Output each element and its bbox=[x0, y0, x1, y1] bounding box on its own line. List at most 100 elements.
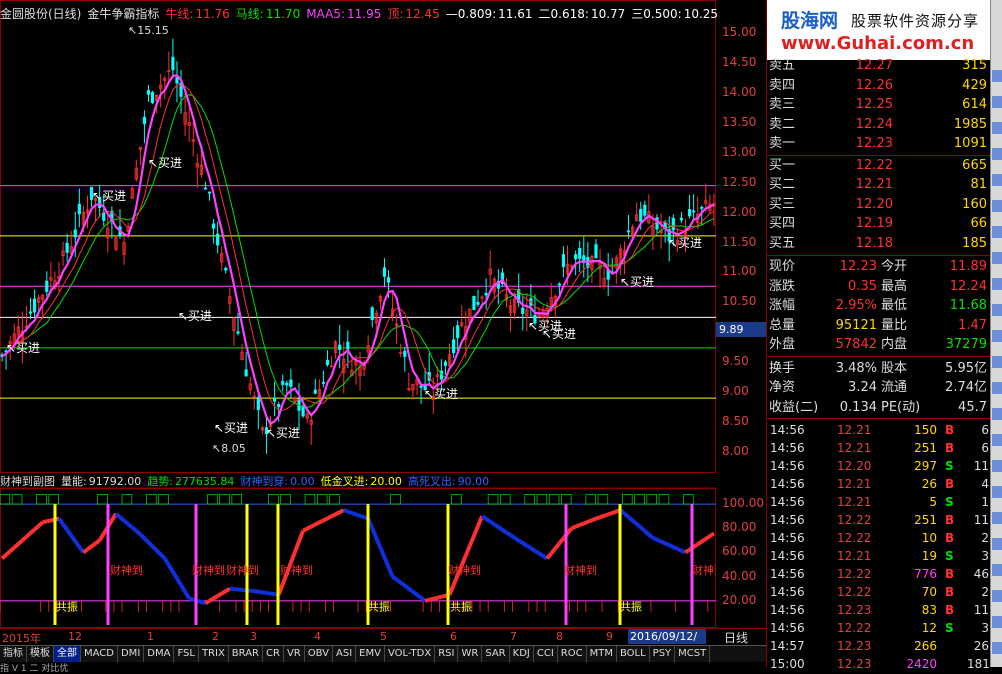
oscillator-segment bbox=[327, 516, 331, 518]
tab-sar[interactable]: SAR bbox=[482, 646, 509, 662]
toolbar-icon[interactable] bbox=[992, 122, 1002, 134]
quote-label: 现价 bbox=[769, 257, 795, 276]
oscillator-segment bbox=[380, 548, 384, 558]
tick-bs: B bbox=[945, 529, 954, 547]
quote-label: 流通 bbox=[881, 378, 907, 397]
tick-row: 14:5612.2210B2 bbox=[767, 529, 991, 547]
toolbar-icon[interactable] bbox=[992, 252, 1002, 264]
toolbar-icon[interactable] bbox=[992, 148, 1002, 160]
tab-trix[interactable]: TRIX bbox=[199, 646, 229, 662]
tab-指标[interactable]: 指标 bbox=[0, 646, 27, 662]
tab-emv[interactable]: EMV bbox=[356, 646, 385, 662]
fib3-label: 三0.500: bbox=[631, 7, 681, 21]
niu-value: 11.76 bbox=[195, 7, 229, 21]
toolbar-icon[interactable] bbox=[992, 96, 1002, 108]
candle-body bbox=[404, 351, 406, 356]
quote-label: 今开 bbox=[881, 257, 907, 276]
indicator-text: 财神到 bbox=[564, 563, 597, 577]
toolbar-icon[interactable] bbox=[992, 174, 1002, 186]
oscillator-segment bbox=[645, 531, 649, 534]
tick-t: 14:56 bbox=[770, 439, 805, 457]
tab-dmi[interactable]: DMI bbox=[118, 646, 144, 662]
tab-vr[interactable]: VR bbox=[284, 646, 305, 662]
toolbar-icon[interactable] bbox=[992, 590, 1002, 602]
oscillator-segment bbox=[71, 536, 75, 542]
period-label[interactable]: 日线 bbox=[724, 629, 748, 646]
tab-fsl[interactable]: FSL bbox=[174, 646, 199, 662]
quote-value: 2.95% bbox=[827, 296, 877, 315]
tab-模板[interactable]: 模板 bbox=[27, 646, 54, 662]
tab-全部[interactable]: 全部 bbox=[54, 646, 81, 662]
toolbar-icon[interactable] bbox=[992, 226, 1002, 238]
toolbar-icon[interactable] bbox=[992, 538, 1002, 550]
candle-body bbox=[237, 332, 239, 333]
candle-body bbox=[595, 245, 597, 258]
tab-cci[interactable]: CCI bbox=[534, 646, 558, 662]
candle-body bbox=[216, 234, 218, 245]
oscillator-segment bbox=[348, 512, 352, 513]
buy-signal-label: ↖买进 bbox=[668, 236, 702, 250]
toolbar-icon[interactable] bbox=[992, 642, 1002, 654]
tab-dma[interactable]: DMA bbox=[144, 646, 174, 662]
candle-body bbox=[66, 243, 68, 252]
oscillator-segment bbox=[210, 598, 214, 600]
quote-value: 95121 bbox=[827, 316, 877, 335]
tick-bs: S bbox=[945, 619, 954, 637]
tab-cr[interactable]: CR bbox=[263, 646, 284, 662]
oscillator-segment bbox=[307, 527, 311, 529]
oscillator-segment bbox=[214, 596, 218, 598]
order-volume: 66 bbox=[917, 214, 987, 233]
toolbar-icon[interactable] bbox=[992, 434, 1002, 446]
candle-body bbox=[176, 78, 178, 83]
tab-vol-tdx[interactable]: VOL-TDX bbox=[385, 646, 435, 662]
tab-asi[interactable]: ASI bbox=[333, 646, 356, 662]
oscillator-segment bbox=[568, 528, 572, 533]
toolbar-icon[interactable] bbox=[992, 408, 1002, 420]
tab-rsi[interactable]: RSI bbox=[435, 646, 458, 662]
tab-mcst[interactable]: MCST bbox=[675, 646, 710, 662]
toolbar-icon[interactable] bbox=[992, 564, 1002, 576]
candlestick-chart[interactable]: ↖15.15↖8.05↖买进↖买进↖买进↖买进↖买进↖买进↖买进↖买进↖买进↖买… bbox=[0, 0, 716, 628]
tick-row: 14:5612.22776B46 bbox=[767, 565, 991, 583]
oscillator-segment bbox=[450, 585, 454, 595]
tab-macd[interactable]: MACD bbox=[81, 646, 118, 662]
tick-q: 70 bbox=[879, 583, 937, 601]
toolbar-icon[interactable] bbox=[992, 304, 1002, 316]
toolbar-icon[interactable] bbox=[992, 460, 1002, 472]
tab-roc[interactable]: ROC bbox=[558, 646, 587, 662]
tab-kdj[interactable]: KDJ bbox=[510, 646, 534, 662]
tick-p: 12.23 bbox=[837, 655, 871, 673]
tick-q: 10 bbox=[879, 529, 937, 547]
order-price: 12.24 bbox=[843, 115, 893, 134]
tab-boll[interactable]: BOLL bbox=[617, 646, 650, 662]
oscillator-segment bbox=[332, 514, 336, 516]
low-annotation: ↖8.05 bbox=[212, 442, 246, 455]
tab-wr[interactable]: WR bbox=[458, 646, 482, 662]
oscillator-segment bbox=[515, 538, 519, 541]
tab-brar[interactable]: BRAR bbox=[229, 646, 263, 662]
toolbar-icon[interactable] bbox=[992, 486, 1002, 498]
toolbar-icon[interactable] bbox=[992, 70, 1002, 82]
fib3-value: 10.25 bbox=[684, 7, 718, 21]
toolbar-icon[interactable] bbox=[992, 512, 1002, 524]
price-tick-label: 14.00 bbox=[722, 85, 762, 99]
toolbar-icon[interactable] bbox=[992, 330, 1002, 342]
tab-psy[interactable]: PSY bbox=[650, 646, 676, 662]
tab-obv[interactable]: OBV bbox=[305, 646, 333, 662]
date-mark: 2 bbox=[212, 630, 219, 643]
toolbar-icon[interactable] bbox=[992, 616, 1002, 628]
oscillator-segment bbox=[319, 520, 323, 522]
tick-q: 12 bbox=[879, 619, 937, 637]
toolbar-icon[interactable] bbox=[992, 356, 1002, 368]
toolbar-icon[interactable] bbox=[992, 200, 1002, 212]
order-price: 12.25 bbox=[843, 95, 893, 114]
oscillator-segment bbox=[218, 594, 222, 596]
toolbar-icon[interactable] bbox=[992, 278, 1002, 290]
side-toolbar[interactable] bbox=[990, 0, 1002, 667]
oscillator-segment bbox=[14, 544, 18, 548]
tick-row: 14:5612.22251B11 bbox=[767, 511, 991, 529]
toolbar-icon[interactable] bbox=[992, 382, 1002, 394]
tick-row: 14:5612.2383B11 bbox=[767, 601, 991, 619]
tick-t: 14:56 bbox=[770, 457, 805, 475]
tab-mtm[interactable]: MTM bbox=[587, 646, 617, 662]
